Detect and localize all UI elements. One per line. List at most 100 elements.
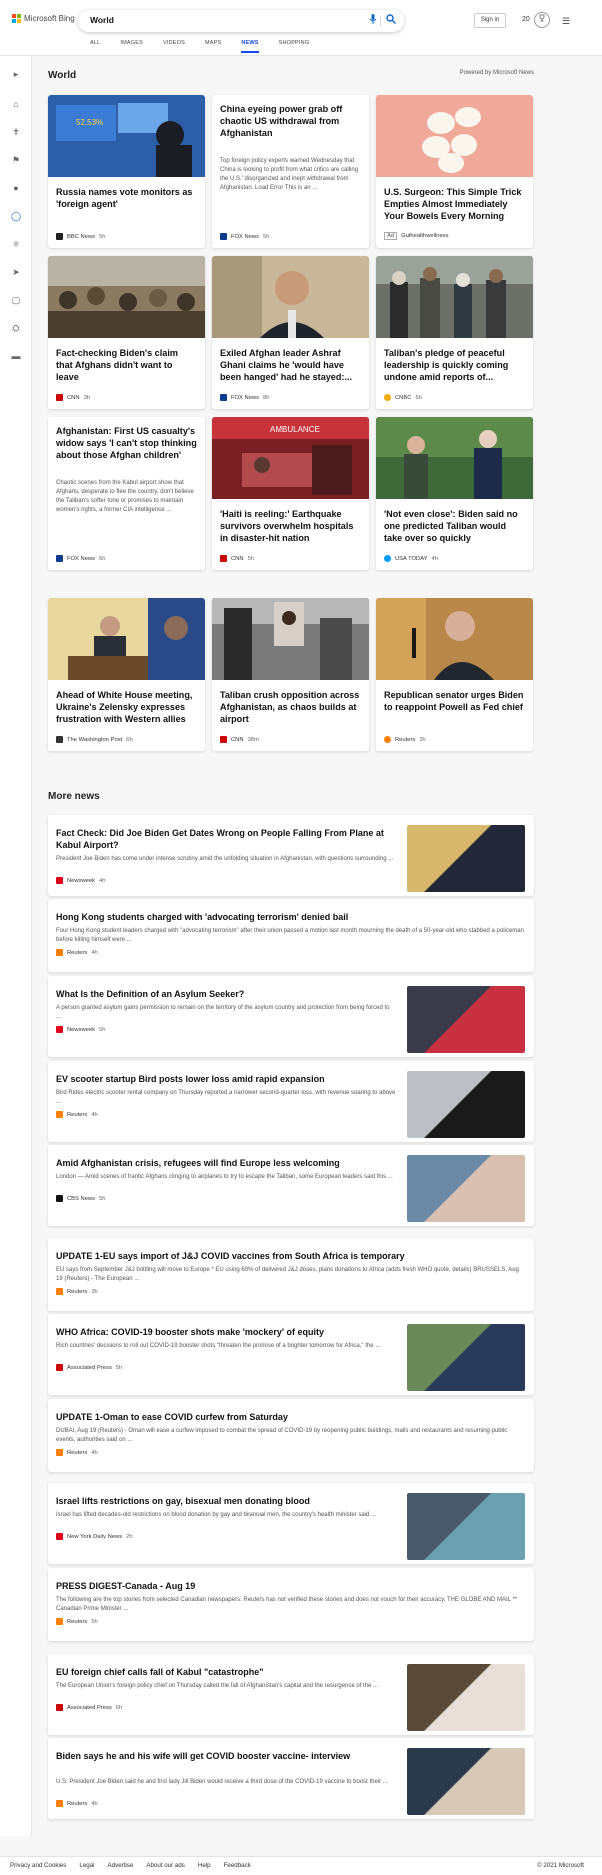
card-title[interactable]: China eyeing power grab off chaotic US w… xyxy=(220,103,361,139)
entertainment-icon[interactable]: ▢ xyxy=(10,294,22,306)
more-news-item[interactable]: Hong Kong students charged with 'advocat… xyxy=(48,899,534,972)
item-title[interactable]: WHO Africa: COVID-19 booster shots make … xyxy=(56,1326,396,1338)
card-snippet: Chaotic scenes from the Kabul airport sh… xyxy=(56,480,194,513)
footer-link-about-ads[interactable]: About our ads xyxy=(146,1862,185,1869)
news-card[interactable]: Taliban crush opposition across Afghanis… xyxy=(212,598,369,751)
money-icon[interactable]: ▬ xyxy=(10,350,22,362)
item-title[interactable]: UPDATE 1-EU says import of J&J COVID vac… xyxy=(56,1250,526,1262)
location-pin-icon[interactable]: ● xyxy=(10,182,22,194)
footer-link-advertise[interactable]: Advertise xyxy=(108,1862,134,1869)
tab-shopping[interactable]: SHOPPING xyxy=(279,40,310,53)
more-news-item[interactable]: Israel lifts restrictions on gay, bisexu… xyxy=(48,1483,534,1564)
search-input[interactable]: World xyxy=(90,15,114,25)
card-title[interactable]: Taliban crush opposition across Afghanis… xyxy=(220,689,361,725)
svg-text:52,53%: 52,53% xyxy=(76,118,103,127)
card-image-ghani xyxy=(212,256,369,338)
item-thumbnail[interactable] xyxy=(407,1493,525,1560)
politics-icon[interactable]: ⛭ xyxy=(10,322,22,334)
card-title[interactable]: Russia names vote monitors as 'foreign a… xyxy=(56,186,197,210)
item-title[interactable]: Israel lifts restrictions on gay, bisexu… xyxy=(56,1495,396,1507)
more-news-item[interactable]: Fact Check: Did Joe Biden Get Dates Wron… xyxy=(48,815,534,896)
news-card[interactable]: Exiled Afghan leader Ashraf Ghani claims… xyxy=(212,256,369,409)
news-card[interactable]: Afghanistan: First US casualty's widow s… xyxy=(48,417,205,570)
more-news-item[interactable]: EV scooter startup Bird posts lower loss… xyxy=(48,1061,534,1142)
card-title[interactable]: Exiled Afghan leader Ashraf Ghani claims… xyxy=(220,347,361,383)
rocket-icon[interactable]: ➤ xyxy=(10,266,22,278)
microphone-icon[interactable] xyxy=(366,14,380,28)
tab-all[interactable]: ALL xyxy=(90,40,100,53)
footer-link-privacy[interactable]: Privacy and Cookies xyxy=(10,1862,66,1869)
globe-icon[interactable]: ◯ xyxy=(10,210,22,222)
more-news-item[interactable]: UPDATE 1-EU says import of J&J COVID vac… xyxy=(48,1238,534,1311)
item-title[interactable]: PRESS DIGEST-Canada - Aug 19 xyxy=(56,1580,526,1592)
search-box[interactable]: World xyxy=(78,10,404,32)
card-title[interactable]: U.S. Surgeon: This Simple Trick Empties … xyxy=(384,186,525,222)
bing-logo[interactable]: Microsoft Bing xyxy=(12,14,75,23)
news-card[interactable]: 'Not even close': Biden said no one pred… xyxy=(376,417,533,570)
item-thumbnail[interactable] xyxy=(407,1071,525,1138)
item-title[interactable]: Fact Check: Did Joe Biden Get Dates Wron… xyxy=(56,827,396,851)
item-snippet: The following are the top stories from s… xyxy=(56,1597,518,1612)
item-thumbnail[interactable] xyxy=(407,1324,525,1391)
tab-news[interactable]: NEWS xyxy=(241,40,259,53)
ad-card[interactable]: U.S. Surgeon: This Simple Trick Empties … xyxy=(376,95,533,248)
more-news-item[interactable]: WHO Africa: COVID-19 booster shots make … xyxy=(48,1314,534,1395)
item-title[interactable]: Hong Kong students charged with 'advocat… xyxy=(56,911,526,923)
item-thumbnail[interactable] xyxy=(407,1664,525,1731)
item-title[interactable]: UPDATE 1-Oman to ease COVID curfew from … xyxy=(56,1411,526,1423)
card-title[interactable]: Taliban's pledge of peaceful leadership … xyxy=(384,347,525,383)
footer-link-feedback[interactable]: Feedback xyxy=(224,1862,251,1869)
news-card[interactable]: Ahead of White House meeting, Ukraine's … xyxy=(48,598,205,751)
card-title[interactable]: Ahead of White House meeting, Ukraine's … xyxy=(56,689,197,725)
footer-link-help[interactable]: Help xyxy=(198,1862,211,1869)
card-source: CNN 3h xyxy=(56,394,90,401)
tab-images[interactable]: IMAGES xyxy=(120,40,143,53)
more-news-item[interactable]: UPDATE 1-Oman to ease COVID curfew from … xyxy=(48,1399,534,1472)
tools-icon[interactable]: ✝ xyxy=(10,126,22,138)
more-news-item[interactable]: EU foreign chief calls fall of Kabul "ca… xyxy=(48,1654,534,1735)
card-title[interactable]: Fact-checking Biden's claim that Afghans… xyxy=(56,347,197,383)
rewards-trophy-icon[interactable] xyxy=(534,12,550,28)
rewards-points[interactable]: 20 xyxy=(522,16,530,23)
hamburger-menu-icon[interactable]: ☰ xyxy=(562,16,570,27)
item-title[interactable]: EV scooter startup Bird posts lower loss… xyxy=(56,1073,396,1085)
source-logo-icon xyxy=(220,233,227,240)
card-time: 6h xyxy=(126,736,133,743)
item-time: 4h xyxy=(99,877,106,884)
card-title[interactable]: Afghanistan: First US casualty's widow s… xyxy=(56,425,197,461)
more-news-item[interactable]: PRESS DIGEST-Canada - Aug 19 The followin… xyxy=(48,1568,534,1641)
item-title[interactable]: Amid Afghanistan crisis, refugees will f… xyxy=(56,1157,396,1169)
item-thumbnail[interactable] xyxy=(407,1748,525,1815)
item-title[interactable]: What Is the Definition of an Asylum Seek… xyxy=(56,988,396,1000)
news-card[interactable]: China eyeing power grab off chaotic US w… xyxy=(212,95,369,248)
item-title[interactable]: Biden says he and his wife will get COVI… xyxy=(56,1750,396,1762)
flag-icon[interactable]: ⚑ xyxy=(10,154,22,166)
news-card[interactable]: Fact-checking Biden's claim that Afghans… xyxy=(48,256,205,409)
news-card[interactable]: 52,53% Russia names vote monitors as 'fo… xyxy=(48,95,205,248)
item-thumbnail[interactable] xyxy=(407,825,525,892)
item-title[interactable]: EU foreign chief calls fall of Kabul "ca… xyxy=(56,1666,396,1678)
item-time: 4h xyxy=(91,1800,98,1807)
more-news-item[interactable]: Amid Afghanistan crisis, refugees will f… xyxy=(48,1145,534,1226)
card-title[interactable]: Republican senator urges Biden to reappo… xyxy=(384,689,525,713)
card-title[interactable]: 'Not even close': Biden said no one pred… xyxy=(384,508,525,544)
science-icon[interactable]: ⚛ xyxy=(10,238,22,250)
news-card[interactable]: AMBULANCE 'Haiti is reeling:' Earthquake… xyxy=(212,417,369,570)
more-news-item[interactable]: What Is the Definition of an Asylum Seek… xyxy=(48,976,534,1057)
footer-link-legal[interactable]: Legal xyxy=(79,1862,94,1869)
source-logo-icon xyxy=(56,1704,63,1711)
news-card[interactable]: Republican senator urges Biden to reappo… xyxy=(376,598,533,751)
home-icon[interactable]: ⌂ xyxy=(10,98,22,110)
card-image-taliban-burqa xyxy=(212,598,369,680)
source-logo-icon xyxy=(220,394,227,401)
news-card[interactable]: Taliban's pledge of peaceful leadership … xyxy=(376,256,533,409)
search-icon[interactable] xyxy=(384,14,398,28)
expand-chevron-icon[interactable]: ▸ xyxy=(10,68,22,80)
item-thumbnail[interactable] xyxy=(407,1155,525,1222)
card-title[interactable]: 'Haiti is reeling:' Earthquake survivors… xyxy=(220,508,361,544)
sign-in-button[interactable]: Sign in xyxy=(474,13,506,28)
tab-maps[interactable]: MAPS xyxy=(205,40,221,53)
more-news-item[interactable]: Biden says he and his wife will get COVI… xyxy=(48,1738,534,1819)
item-thumbnail[interactable] xyxy=(407,986,525,1053)
tab-videos[interactable]: VIDEOS xyxy=(163,40,185,53)
